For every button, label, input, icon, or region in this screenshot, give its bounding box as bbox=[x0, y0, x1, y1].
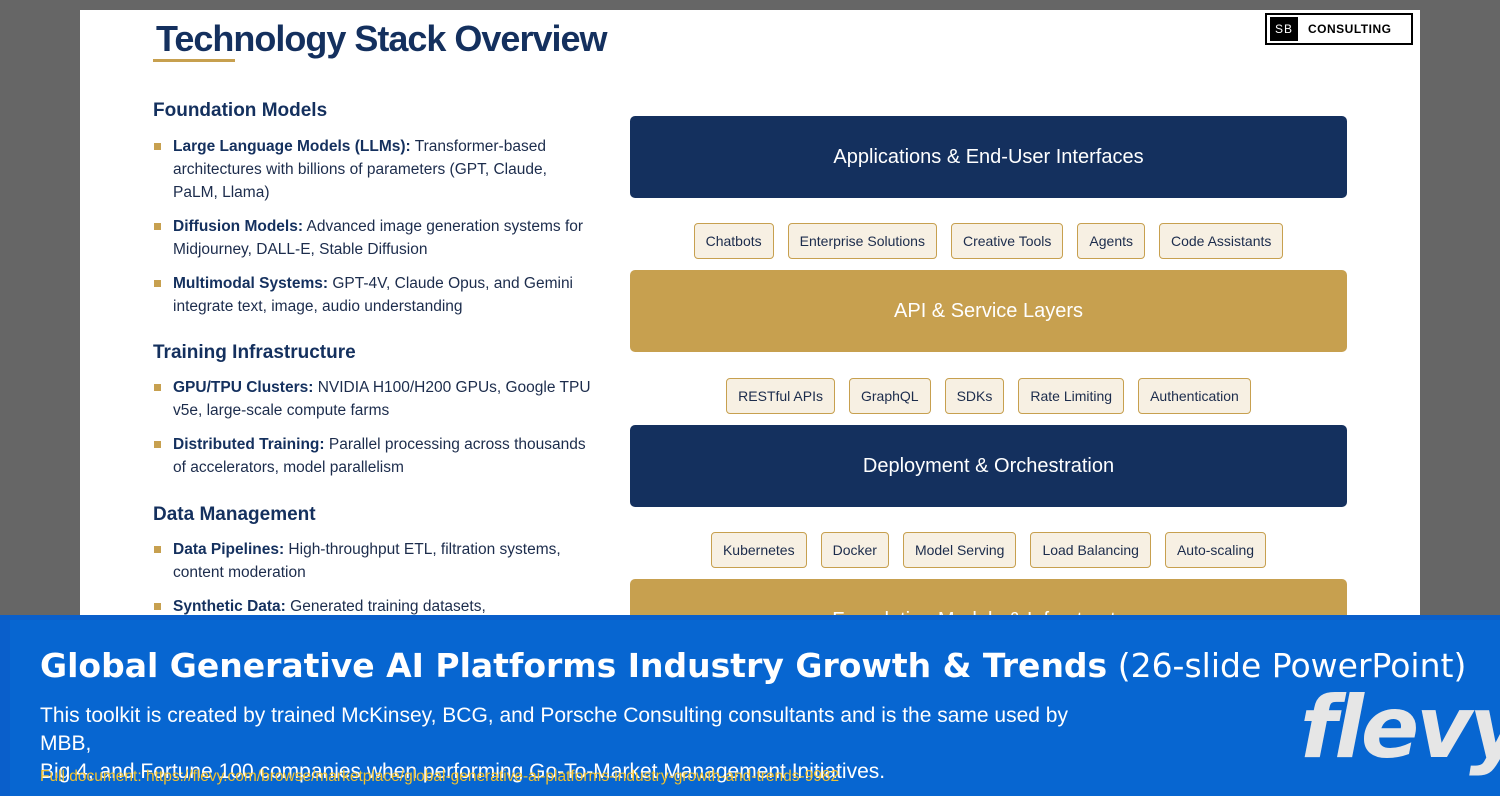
pill-row-applications: Chatbots Enterprise Solutions Creative T… bbox=[630, 223, 1347, 259]
bullet-term: Large Language Models (LLMs): bbox=[173, 138, 411, 155]
bullet-item: GPU/TPU Clusters: NVIDIA H100/H200 GPUs,… bbox=[153, 376, 593, 422]
bullet-term: Distributed Training: bbox=[173, 436, 325, 453]
logo-mark: SB bbox=[1270, 17, 1298, 41]
layer-api-service: API & Service Layers bbox=[630, 270, 1347, 352]
tag-pill: Docker bbox=[820, 532, 889, 568]
bullet-term: Diffusion Models: bbox=[173, 218, 304, 235]
bullet-square-icon bbox=[154, 280, 161, 287]
banner-desc-line1: This toolkit is created by trained McKin… bbox=[40, 704, 1068, 755]
section-heading-data-management: Data Management bbox=[153, 504, 316, 525]
tag-pill: Authentication bbox=[1138, 378, 1251, 414]
bullet-square-icon bbox=[154, 143, 161, 150]
bullet-item: Distributed Training: Parallel processin… bbox=[153, 433, 593, 479]
bullet-term: Synthetic Data: bbox=[173, 598, 286, 615]
tag-pill: SDKs bbox=[944, 378, 1005, 414]
tag-pill: GraphQL bbox=[848, 378, 931, 414]
banner-title-main: Global Generative AI Platforms Industry … bbox=[40, 646, 1108, 685]
section-heading-training-infrastructure: Training Infrastructure bbox=[153, 342, 356, 363]
logo-text: CONSULTING bbox=[1308, 22, 1392, 36]
bullet-square-icon bbox=[154, 223, 161, 230]
flevy-logo[interactable]: flevy bbox=[1300, 685, 1500, 771]
title-underline bbox=[153, 59, 235, 62]
tag-pill: Creative Tools bbox=[950, 223, 1064, 259]
bullet-item: Multimodal Systems: GPT-4V, Claude Opus,… bbox=[153, 272, 593, 318]
tag-pill: Model Serving bbox=[902, 532, 1017, 568]
bullet-square-icon bbox=[154, 384, 161, 391]
tag-pill: Agents bbox=[1077, 223, 1145, 259]
pill-row-deployment: Kubernetes Docker Model Serving Load Bal… bbox=[630, 532, 1347, 568]
slide: Technology Stack Overview SB CONSULTING … bbox=[80, 10, 1420, 630]
pill-row-api: RESTful APIs GraphQL SDKs Rate Limiting … bbox=[630, 378, 1347, 414]
bullet-term: Data Pipelines: bbox=[173, 541, 285, 558]
bullet-term: Multimodal Systems: bbox=[173, 275, 329, 292]
layer-applications: Applications & End-User Interfaces bbox=[630, 116, 1347, 198]
tag-pill: Chatbots bbox=[693, 223, 774, 259]
banner-url[interactable]: Full document: https://flevy.com/browse/… bbox=[40, 768, 839, 786]
tag-pill: Rate Limiting bbox=[1018, 378, 1125, 414]
tag-pill: Load Balancing bbox=[1030, 532, 1151, 568]
tag-pill: Code Assistants bbox=[1159, 223, 1284, 259]
bullet-item: Data Pipelines: High-throughput ETL, fil… bbox=[153, 538, 593, 584]
banner-title: Global Generative AI Platforms Industry … bbox=[40, 646, 1466, 685]
tag-pill: Auto-scaling bbox=[1164, 532, 1267, 568]
consulting-logo: SB CONSULTING bbox=[1265, 13, 1413, 45]
bullet-term: GPU/TPU Clusters: bbox=[173, 379, 314, 396]
slide-title: Technology Stack Overview bbox=[156, 18, 608, 59]
bullet-item: Large Language Models (LLMs): Transforme… bbox=[153, 135, 593, 204]
promo-banner: Global Generative AI Platforms Industry … bbox=[0, 615, 1500, 796]
bullet-text: Generated training datasets, bbox=[285, 598, 486, 615]
tag-pill: RESTful APIs bbox=[726, 378, 835, 414]
bullet-square-icon bbox=[154, 603, 161, 610]
promo-banner-inner: Global Generative AI Platforms Industry … bbox=[10, 620, 1500, 796]
section-heading-foundation-models: Foundation Models bbox=[153, 100, 328, 121]
tag-pill: Kubernetes bbox=[710, 532, 807, 568]
tag-pill: Enterprise Solutions bbox=[787, 223, 937, 259]
bullet-square-icon bbox=[154, 546, 161, 553]
bullet-item: Diffusion Models: Advanced image generat… bbox=[153, 215, 593, 261]
layer-deployment: Deployment & Orchestration bbox=[630, 425, 1347, 507]
bullet-square-icon bbox=[154, 441, 161, 448]
